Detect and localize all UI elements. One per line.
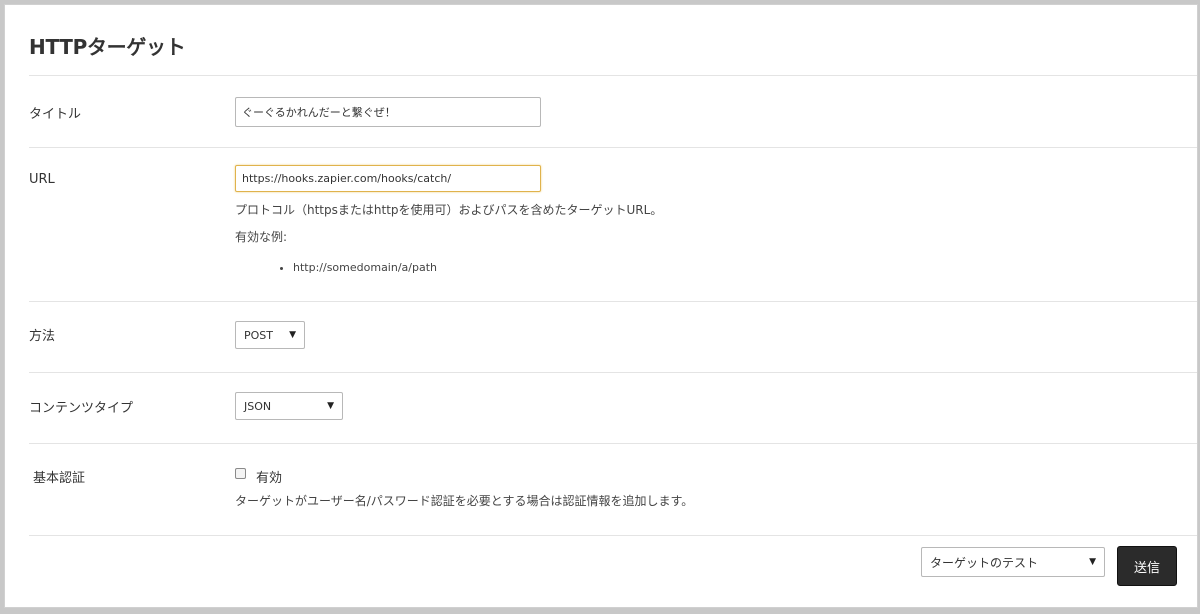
target-test-select-value: ターゲットのテスト	[930, 555, 1039, 570]
url-example-heading: 有効な例:	[235, 230, 288, 244]
basic-auth-checkbox-label: 有効	[256, 471, 283, 486]
method-select-value: POST	[244, 328, 273, 342]
content-type-select-value: JSON	[244, 399, 272, 413]
http-target-panel: HTTPターゲット タイトル URL プロトコル（httpsまたはhttpを使用…	[4, 4, 1198, 608]
divider	[29, 301, 1197, 302]
url-example-list: http://somedomain/a/path	[277, 261, 437, 274]
submit-button[interactable]: 送信	[1117, 546, 1177, 586]
chevron-down-icon: ▼	[289, 330, 296, 340]
chevron-down-icon: ▼	[1089, 557, 1096, 567]
title-input[interactable]	[235, 97, 541, 127]
basic-auth-help-text: ターゲットがユーザー名/パスワード認証を必要とする場合は認証情報を追加します。	[235, 494, 694, 508]
basic-auth-checkbox[interactable]	[235, 468, 246, 479]
chevron-down-icon: ▼	[327, 401, 334, 411]
content-type-select[interactable]: JSON ▼	[235, 392, 343, 420]
url-label: URL	[29, 172, 55, 187]
divider	[29, 147, 1197, 148]
divider	[29, 75, 1197, 76]
title-label: タイトル	[29, 107, 82, 122]
url-input[interactable]	[235, 165, 541, 192]
basic-auth-label: 基本認証	[33, 471, 86, 486]
method-select[interactable]: POST ▼	[235, 321, 305, 349]
divider	[29, 535, 1197, 536]
page-title: HTTPターゲット	[29, 35, 186, 59]
url-example-item: http://somedomain/a/path	[293, 261, 437, 274]
url-help-text: プロトコル（httpsまたはhttpを使用可）およびパスを含めたターゲットURL…	[235, 203, 663, 217]
divider	[29, 443, 1197, 444]
method-label: 方法	[29, 329, 56, 344]
target-test-select[interactable]: ターゲットのテスト ▼	[921, 547, 1105, 577]
content-type-label: コンテンツタイプ	[29, 401, 134, 416]
divider	[29, 372, 1197, 373]
